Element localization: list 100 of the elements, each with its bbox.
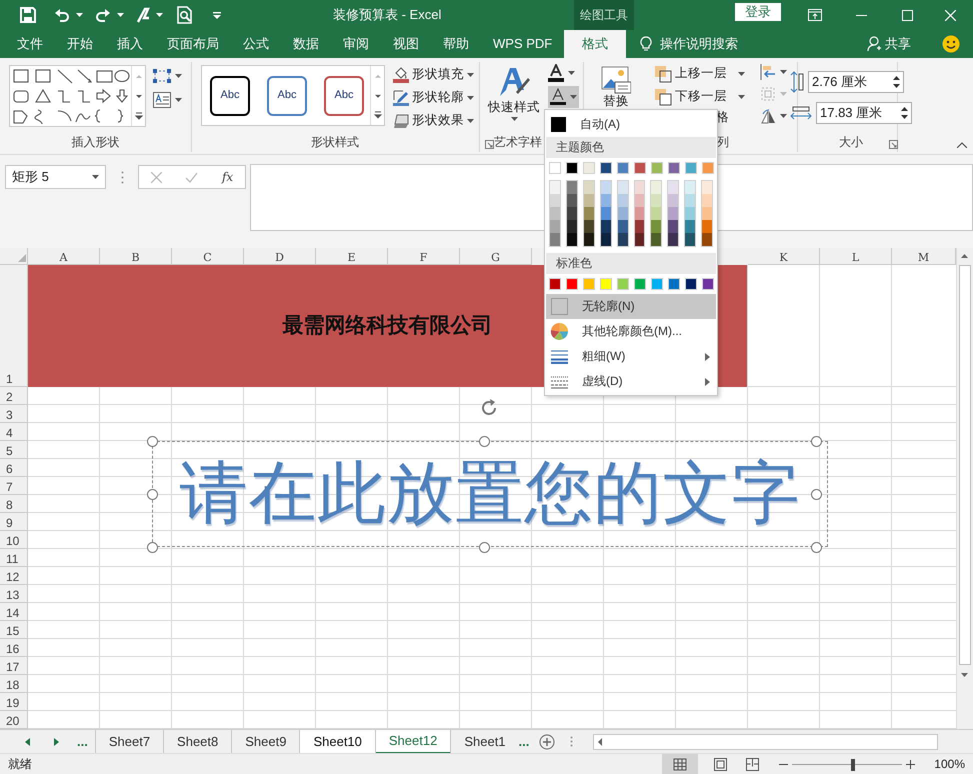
ribbon-tab[interactable]: 帮助 [431, 30, 481, 58]
color-swatch[interactable] [685, 207, 696, 220]
rotate-handle-icon[interactable] [479, 398, 499, 418]
color-swatch[interactable] [600, 207, 611, 220]
caret-icon[interactable] [780, 114, 787, 118]
color-swatch[interactable] [600, 162, 612, 174]
color-swatch[interactable] [685, 162, 697, 174]
ribbon-tab[interactable]: 公式 [231, 30, 281, 58]
color-swatch[interactable] [584, 181, 594, 194]
column-header[interactable]: L [820, 248, 892, 265]
row-header[interactable]: 7 [0, 477, 28, 495]
ribbon-tab[interactable]: 插入 [105, 30, 155, 58]
column-header[interactable]: A [28, 248, 100, 265]
sheet-tab[interactable]: Sheet12 [376, 730, 452, 754]
color-swatch[interactable] [600, 194, 611, 207]
menu-item[interactable]: 自动(A) [546, 111, 716, 137]
color-swatch[interactable] [566, 181, 577, 194]
row-header[interactable]: 5 [0, 441, 28, 459]
zoom-level[interactable]: 100% [934, 757, 965, 772]
ribbon-tab[interactable]: WPS PDF [481, 30, 564, 58]
row-header[interactable]: 18 [0, 675, 28, 693]
resize-handle[interactable] [146, 436, 158, 446]
column-header[interactable]: E [316, 248, 388, 265]
spinner-icon[interactable] [901, 106, 908, 120]
color-swatch[interactable] [566, 207, 577, 220]
ribbon-tab[interactable]: 数据 [281, 30, 331, 58]
caret-icon[interactable] [156, 13, 163, 17]
row-header[interactable]: 9 [0, 513, 28, 531]
row-header[interactable]: 19 [0, 693, 28, 711]
caret-icon[interactable] [570, 95, 577, 99]
menu-item[interactable]: 粗细(W) [546, 344, 716, 369]
color-swatch[interactable] [550, 233, 560, 246]
row-header[interactable]: 3 [0, 405, 28, 423]
color-swatch[interactable] [702, 162, 714, 174]
column-header[interactable]: C [172, 248, 244, 265]
resize-handle[interactable] [478, 542, 490, 552]
sheet-tab[interactable]: Sheet10 [300, 730, 376, 754]
color-swatch[interactable] [651, 194, 662, 207]
color-swatch[interactable] [651, 207, 662, 220]
row-header[interactable]: 6 [0, 459, 28, 477]
color-swatch[interactable] [617, 162, 629, 174]
caret-icon[interactable] [175, 74, 182, 78]
color-swatch[interactable] [634, 233, 644, 246]
color-swatch[interactable] [617, 278, 629, 290]
align-icon[interactable] [760, 64, 776, 80]
text-box-icon[interactable] [153, 92, 171, 108]
picture-icon[interactable] [601, 66, 631, 94]
row-header[interactable]: 10 [0, 531, 28, 549]
ribbon-tab[interactable]: 视图 [381, 30, 431, 58]
color-swatch[interactable] [702, 194, 712, 207]
color-swatch[interactable] [668, 194, 678, 207]
tell-me-search[interactable]: 操作说明搜索 [660, 36, 738, 52]
color-swatch[interactable] [550, 220, 560, 233]
color-swatch[interactable] [702, 233, 712, 246]
color-swatch[interactable] [600, 181, 611, 194]
color-swatch[interactable] [685, 220, 696, 233]
color-swatch[interactable] [634, 181, 644, 194]
color-swatch[interactable] [668, 233, 678, 246]
row-header[interactable]: 15 [0, 621, 28, 639]
color-swatch[interactable] [651, 220, 662, 233]
color-swatch[interactable] [668, 207, 678, 220]
color-swatch[interactable] [566, 194, 577, 207]
color-swatch[interactable] [668, 162, 680, 174]
column-header[interactable]: D [244, 248, 316, 265]
zoom-in-icon[interactable] [906, 760, 916, 769]
scroll-thumb[interactable] [959, 264, 971, 665]
caret-icon[interactable] [738, 94, 745, 98]
row-header[interactable]: 13 [0, 585, 28, 603]
color-swatch[interactable] [634, 162, 646, 174]
color-swatch[interactable] [651, 181, 662, 194]
caret-icon[interactable] [92, 175, 99, 179]
caret-icon[interactable] [568, 71, 575, 75]
share-button[interactable]: 共享 [855, 30, 923, 58]
row-header[interactable]: 8 [0, 495, 28, 513]
grip-icon[interactable] [570, 736, 574, 747]
resize-handle[interactable] [810, 488, 822, 500]
horizontal-scrollbar[interactable] [593, 734, 938, 750]
color-swatch[interactable] [566, 278, 578, 290]
maximize-icon[interactable] [902, 10, 912, 20]
color-swatch[interactable] [618, 194, 628, 207]
undo-icon[interactable] [54, 7, 70, 23]
color-swatch[interactable] [685, 194, 696, 207]
color-swatch[interactable] [584, 220, 594, 233]
row-header[interactable]: 16 [0, 639, 28, 657]
color-swatch[interactable] [702, 220, 712, 233]
color-swatch[interactable] [668, 220, 678, 233]
color-swatch[interactable] [634, 278, 646, 290]
spinner-icon[interactable] [893, 75, 900, 89]
ribbon-command[interactable]: 下移一层 [652, 85, 756, 108]
ribbon-tab[interactable]: 格式 [564, 30, 626, 58]
row-header[interactable]: 2 [0, 387, 28, 405]
edit-points-icon[interactable] [153, 68, 171, 84]
color-swatch[interactable] [702, 181, 712, 194]
color-swatch[interactable] [651, 162, 663, 174]
color-swatch[interactable] [634, 220, 644, 233]
color-swatch[interactable] [584, 233, 594, 246]
row-header[interactable]: 11 [0, 549, 28, 567]
color-swatch[interactable] [634, 194, 644, 207]
sign-in-button[interactable]: 登录 [735, 3, 781, 21]
smiley-icon[interactable] [942, 35, 960, 53]
